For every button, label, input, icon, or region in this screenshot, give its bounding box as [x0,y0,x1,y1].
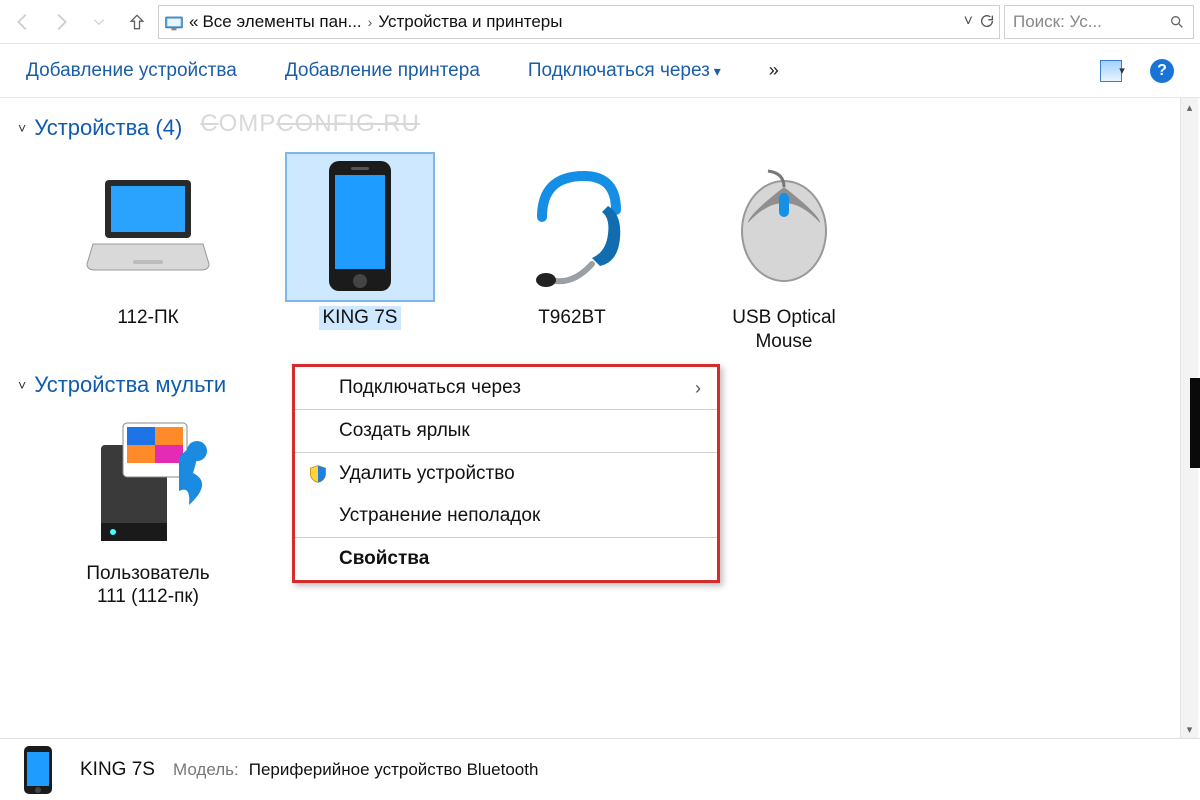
refresh-icon[interactable] [979,13,995,31]
status-title: KING 7S [80,759,155,781]
ctx-remove-device[interactable]: Удалить устройство [295,453,717,495]
submenu-arrow-icon: › [695,378,701,399]
forward-button[interactable] [44,5,78,39]
crumb-prefix: « [189,12,198,32]
view-mode-button[interactable] [1100,60,1122,82]
control-panel-icon [163,11,185,33]
media-server-icon [73,408,223,558]
device-headset[interactable]: T962BT [482,152,662,354]
add-device-link[interactable]: Добавление устройства [26,60,237,82]
status-bar: KING 7S Модель: Периферийное устройство … [0,738,1200,800]
up-button[interactable] [120,5,154,39]
search-placeholder: Поиск: Ус... [1013,12,1102,32]
device-media-server[interactable]: Пользователь 111 (112-пк) [58,408,238,610]
scroll-up-icon[interactable]: ▴ [1181,98,1198,116]
context-menu: Подключаться через › Создать ярлык Удали… [292,364,720,583]
search-input[interactable]: Поиск: Ус... [1004,5,1194,39]
ctx-item-label: Удалить устройство [339,463,515,485]
device-laptop[interactable]: 112-ПК [58,152,238,354]
help-icon[interactable]: ? [1150,59,1174,83]
scroll-down-icon[interactable]: ▾ [1181,720,1198,738]
group-label-multimedia: Устройства мульти [34,372,226,398]
toolbar: Добавление устройства Добавление принтер… [0,44,1200,98]
ctx-troubleshoot[interactable]: Устранение неполадок [295,495,717,537]
back-button[interactable] [6,5,40,39]
ctx-item-label: Создать ярлык [339,420,470,442]
device-phone[interactable]: KING 7S [270,152,450,354]
devices-row: 112-ПК KING 7S [18,146,1182,354]
headset-icon [497,152,647,302]
address-actions: ˅ [964,13,995,31]
mouse-icon [709,152,859,302]
status-model-label: Модель: [173,760,239,780]
phone-icon [285,152,435,302]
watermark-text: COMPCONFIG.RU [200,110,420,138]
laptop-icon [73,152,223,302]
recent-dropdown[interactable] [82,5,116,39]
ctx-item-label: Свойства [339,548,429,570]
add-printer-link[interactable]: Добавление принтера [285,60,480,82]
device-label: T962BT [538,306,606,330]
address-bar: « Все элементы пан... › Устройства и при… [0,0,1200,44]
search-icon[interactable] [1169,14,1185,30]
group-header-devices[interactable]: ˅ Устройства (4) COMPCONFIG.RU [18,114,1182,142]
content-area: ˅ Устройства (4) COMPCONFIG.RU 112-ПК [0,98,1200,738]
device-label: USB Optical Mouse [732,306,835,354]
ctx-create-shortcut[interactable]: Создать ярлык [295,410,717,452]
chevron-down-icon[interactable]: ˅ [18,377,26,393]
status-thumbnail-phone-icon [14,746,62,794]
ctx-connect-via[interactable]: Подключаться через › [295,367,717,409]
address-dropdown-icon[interactable]: ˅ [964,13,973,31]
side-stub [1190,378,1200,468]
group-label-devices: Устройства (4) [34,115,182,141]
device-label: Пользователь 111 (112-пк) [86,562,209,610]
device-label: 112-ПК [117,306,178,330]
crumb-2[interactable]: Устройства и принтеры [378,12,562,32]
connect-via-link[interactable]: Подключаться через [528,60,721,82]
device-mouse[interactable]: USB Optical Mouse [694,152,874,354]
chevron-right-icon[interactable]: › [366,14,375,30]
ctx-item-label: Устранение неполадок [339,505,540,527]
ctx-properties[interactable]: Свойства [295,538,717,580]
device-label: KING 7S [319,306,402,330]
status-model-value: Периферийное устройство Bluetooth [249,760,539,780]
toolbar-overflow[interactable]: » [769,60,779,81]
chevron-down-icon[interactable]: ˅ [18,120,26,136]
crumb-1[interactable]: Все элементы пан... [202,12,361,32]
breadcrumb-box[interactable]: « Все элементы пан... › Устройства и при… [158,5,1000,39]
ctx-item-label: Подключаться через [339,377,521,399]
shield-icon [307,463,329,485]
